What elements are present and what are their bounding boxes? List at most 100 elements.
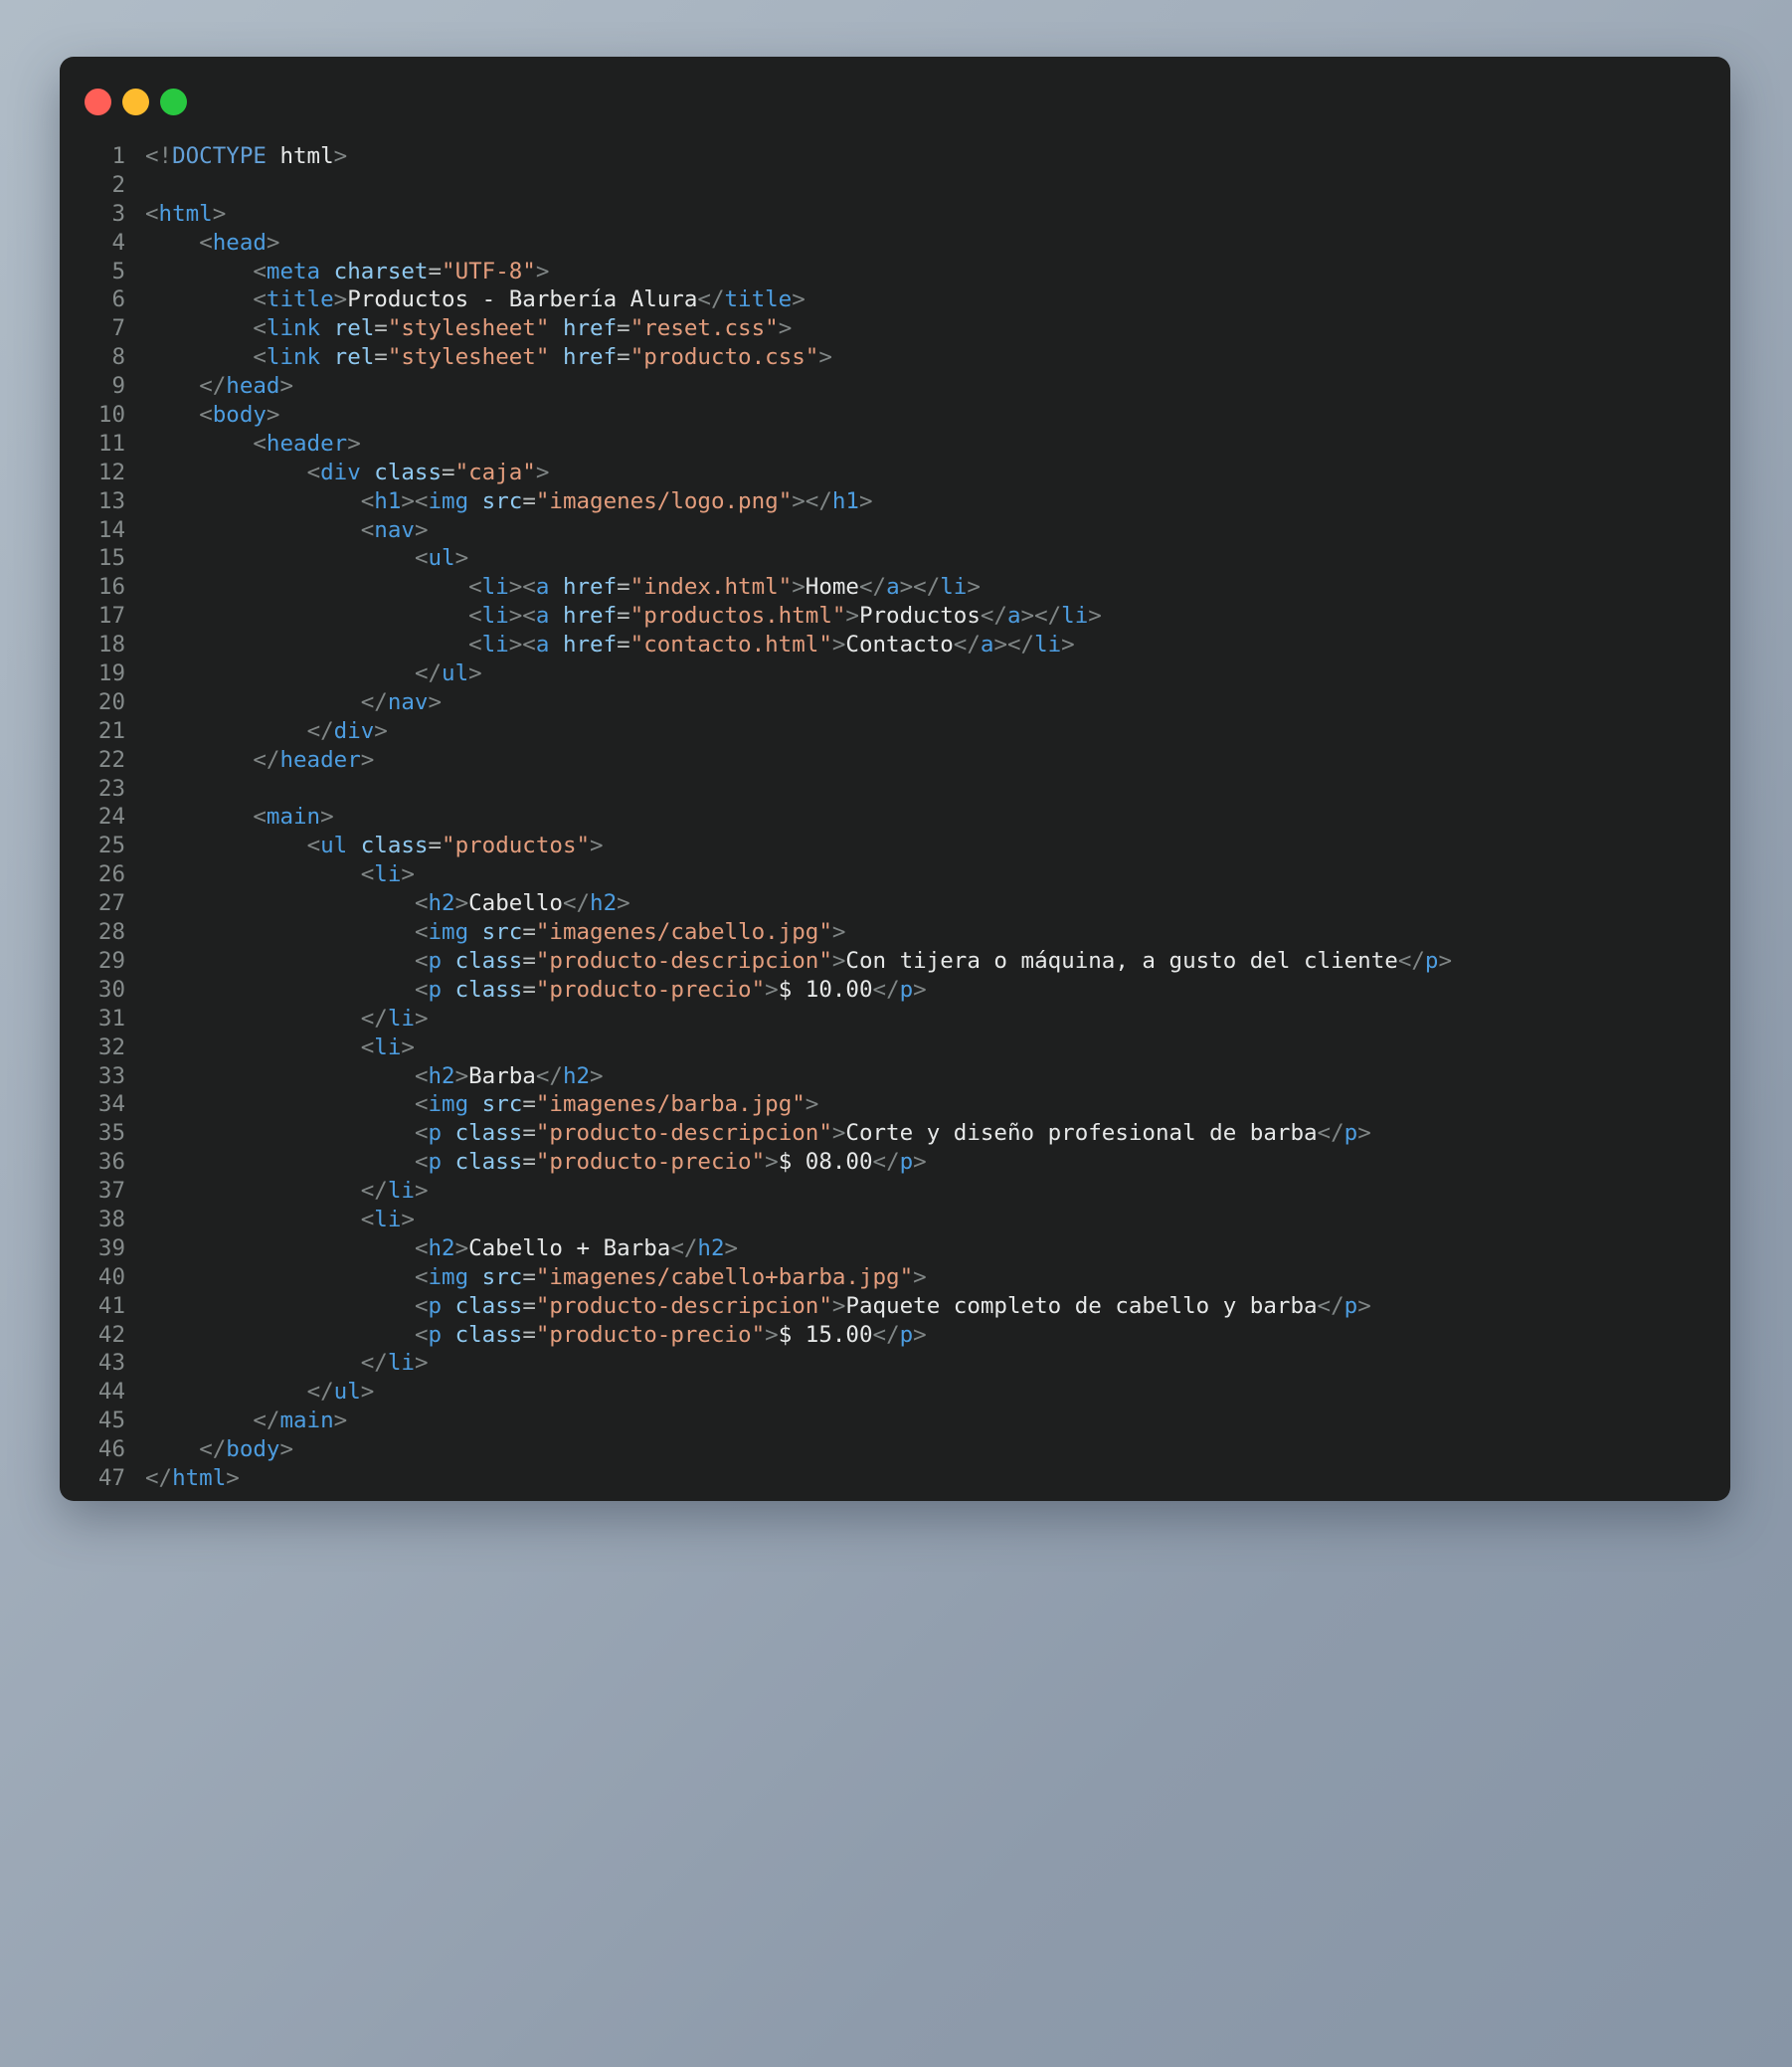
code-token: = xyxy=(428,833,443,859)
code-line[interactable]: 24 <main> xyxy=(60,803,1730,832)
code-line[interactable]: 4 <head> xyxy=(60,229,1730,258)
code-token: > xyxy=(333,286,348,313)
code-line[interactable]: 9 </head> xyxy=(60,372,1730,401)
code-content[interactable]: 1 <!DOCTYPE html> 2 3 <html> 4 <head> 5 <meta … xyxy=(60,142,1730,1493)
code-token: "reset.css" xyxy=(629,315,779,342)
code-token: a xyxy=(886,574,900,601)
code-token: Corte y diseño profesional de barba xyxy=(845,1120,1318,1147)
line-number: 42 xyxy=(97,1321,125,1348)
code-token: >< xyxy=(508,574,536,601)
code-token: = xyxy=(522,1091,536,1118)
code-line[interactable]: 22 </header> xyxy=(60,746,1730,775)
line-number: 30 xyxy=(97,976,125,1003)
code-line[interactable]: 17 <li><a href="productos.html">Producto… xyxy=(60,602,1730,631)
code-token: "imagenes/cabello+barba.jpg" xyxy=(535,1263,914,1290)
code-line[interactable]: 18 <li><a href="contacto.html">Contacto<… xyxy=(60,631,1730,659)
code-line[interactable]: 37 </li> xyxy=(60,1177,1730,1206)
code-line[interactable]: 32 <li> xyxy=(60,1034,1730,1062)
code-line[interactable]: 41 <p class="producto-descripcion">Paque… xyxy=(60,1292,1730,1321)
code-token: < xyxy=(414,1321,429,1348)
code-token: "producto-descripcion" xyxy=(535,1292,832,1319)
code-token: </ xyxy=(562,890,591,917)
code-token: h2 xyxy=(562,1062,591,1089)
code-line[interactable]: 8 <link rel="stylesheet" href="producto.… xyxy=(60,343,1730,372)
code-line[interactable]: 28 <img src="imagenes/cabello.jpg"> xyxy=(60,918,1730,947)
code-token: li xyxy=(374,1206,402,1232)
code-line[interactable]: 7 <link rel="stylesheet" href="reset.css… xyxy=(60,314,1730,343)
code-token: > xyxy=(845,603,859,630)
code-token: a xyxy=(1006,603,1021,630)
code-line[interactable]: 6 <title>Productos - Barbería Alura</tit… xyxy=(60,285,1730,314)
code-line[interactable]: 3 <html> xyxy=(60,200,1730,229)
line-number: 27 xyxy=(97,890,125,917)
code-line[interactable]: 43 </li> xyxy=(60,1349,1730,1378)
code-line[interactable]: 34 <img src="imagenes/barba.jpg"> xyxy=(60,1090,1730,1119)
code-line[interactable]: 27 <h2>Cabello</h2> xyxy=(60,889,1730,918)
code-token: < xyxy=(306,833,321,859)
code-line[interactable]: 14 <nav> xyxy=(60,516,1730,545)
code-token: Productos xyxy=(858,603,981,630)
code-token: li xyxy=(940,574,968,601)
code-line[interactable]: 13 <h1><img src="imagenes/logo.png"></h1… xyxy=(60,487,1730,516)
code-line[interactable]: 16 <li><a href="index.html">Home</a></li… xyxy=(60,573,1730,602)
code-line[interactable]: 29 <p class="producto-descripcion">Con t… xyxy=(60,947,1730,976)
code-token: ></ xyxy=(792,487,832,514)
code-line[interactable]: 46 </body> xyxy=(60,1435,1730,1464)
line-source: </ul> xyxy=(145,1378,375,1407)
code-line[interactable]: 12 <div class="caja"> xyxy=(60,459,1730,487)
code-token: > xyxy=(778,315,793,342)
code-line[interactable]: 20 </nav> xyxy=(60,688,1730,717)
code-line[interactable]: 21 </div> xyxy=(60,717,1730,746)
code-token: < xyxy=(414,976,429,1003)
code-line[interactable]: 33 <h2>Barba</h2> xyxy=(60,1062,1730,1091)
code-token: > xyxy=(913,1263,927,1290)
code-line[interactable]: 38 <li> xyxy=(60,1206,1730,1234)
minimize-window-button[interactable] xyxy=(122,89,149,115)
line-number: 19 xyxy=(97,660,125,687)
code-line[interactable]: 11 <header> xyxy=(60,430,1730,459)
code-line[interactable]: 45 </main> xyxy=(60,1407,1730,1435)
code-token: Home xyxy=(805,574,859,601)
code-line[interactable]: 2 xyxy=(60,171,1730,200)
code-token: > xyxy=(414,1178,429,1205)
code-line[interactable]: 36 <p class="producto-precio">$ 08.00</p… xyxy=(60,1148,1730,1177)
code-line[interactable]: 26 <li> xyxy=(60,860,1730,889)
code-token: "caja" xyxy=(454,459,536,485)
code-token: "producto-precio" xyxy=(535,1321,766,1348)
code-line[interactable]: 23 xyxy=(60,775,1730,804)
code-line[interactable]: 44 </ul> xyxy=(60,1378,1730,1407)
code-line[interactable]: 30 <p class="producto-precio">$ 10.00</p… xyxy=(60,976,1730,1005)
code-line[interactable]: 42 <p class="producto-precio">$ 15.00</p… xyxy=(60,1321,1730,1350)
code-token: html xyxy=(172,1464,227,1491)
code-token: < xyxy=(306,459,321,485)
code-token: > xyxy=(805,1091,819,1118)
close-window-button[interactable] xyxy=(85,89,111,115)
code-token: > xyxy=(454,890,469,917)
line-source: </div> xyxy=(145,717,388,746)
maximize-window-button[interactable] xyxy=(160,89,187,115)
line-source: </main> xyxy=(145,1407,347,1435)
code-token: > xyxy=(454,1062,469,1089)
code-line[interactable]: 39 <h2>Cabello + Barba</h2> xyxy=(60,1234,1730,1263)
code-line[interactable]: 10 <body> xyxy=(60,401,1730,430)
code-token: = xyxy=(617,315,630,342)
code-token: src xyxy=(481,1091,523,1118)
code-line[interactable]: 19 </ul> xyxy=(60,659,1730,688)
line-source: <p class="producto-precio">$ 10.00</p> xyxy=(145,976,927,1005)
code-line[interactable]: 5 <meta charset="UTF-8"> xyxy=(60,258,1730,286)
code-line[interactable]: 25 <ul class="productos"> xyxy=(60,832,1730,860)
code-token: > xyxy=(792,286,806,313)
code-line[interactable]: 47 </html> xyxy=(60,1464,1730,1493)
code-line[interactable]: 35 <p class="producto-descripcion">Corte… xyxy=(60,1119,1730,1148)
code-line[interactable]: 15 <ul> xyxy=(60,544,1730,573)
code-line[interactable]: 31 </li> xyxy=(60,1005,1730,1034)
code-token: > xyxy=(765,1321,779,1348)
code-line[interactable]: 40 <img src="imagenes/cabello+barba.jpg"… xyxy=(60,1263,1730,1292)
code-token: "productos" xyxy=(442,833,591,859)
code-line[interactable]: 1 <!DOCTYPE html> xyxy=(60,142,1730,171)
